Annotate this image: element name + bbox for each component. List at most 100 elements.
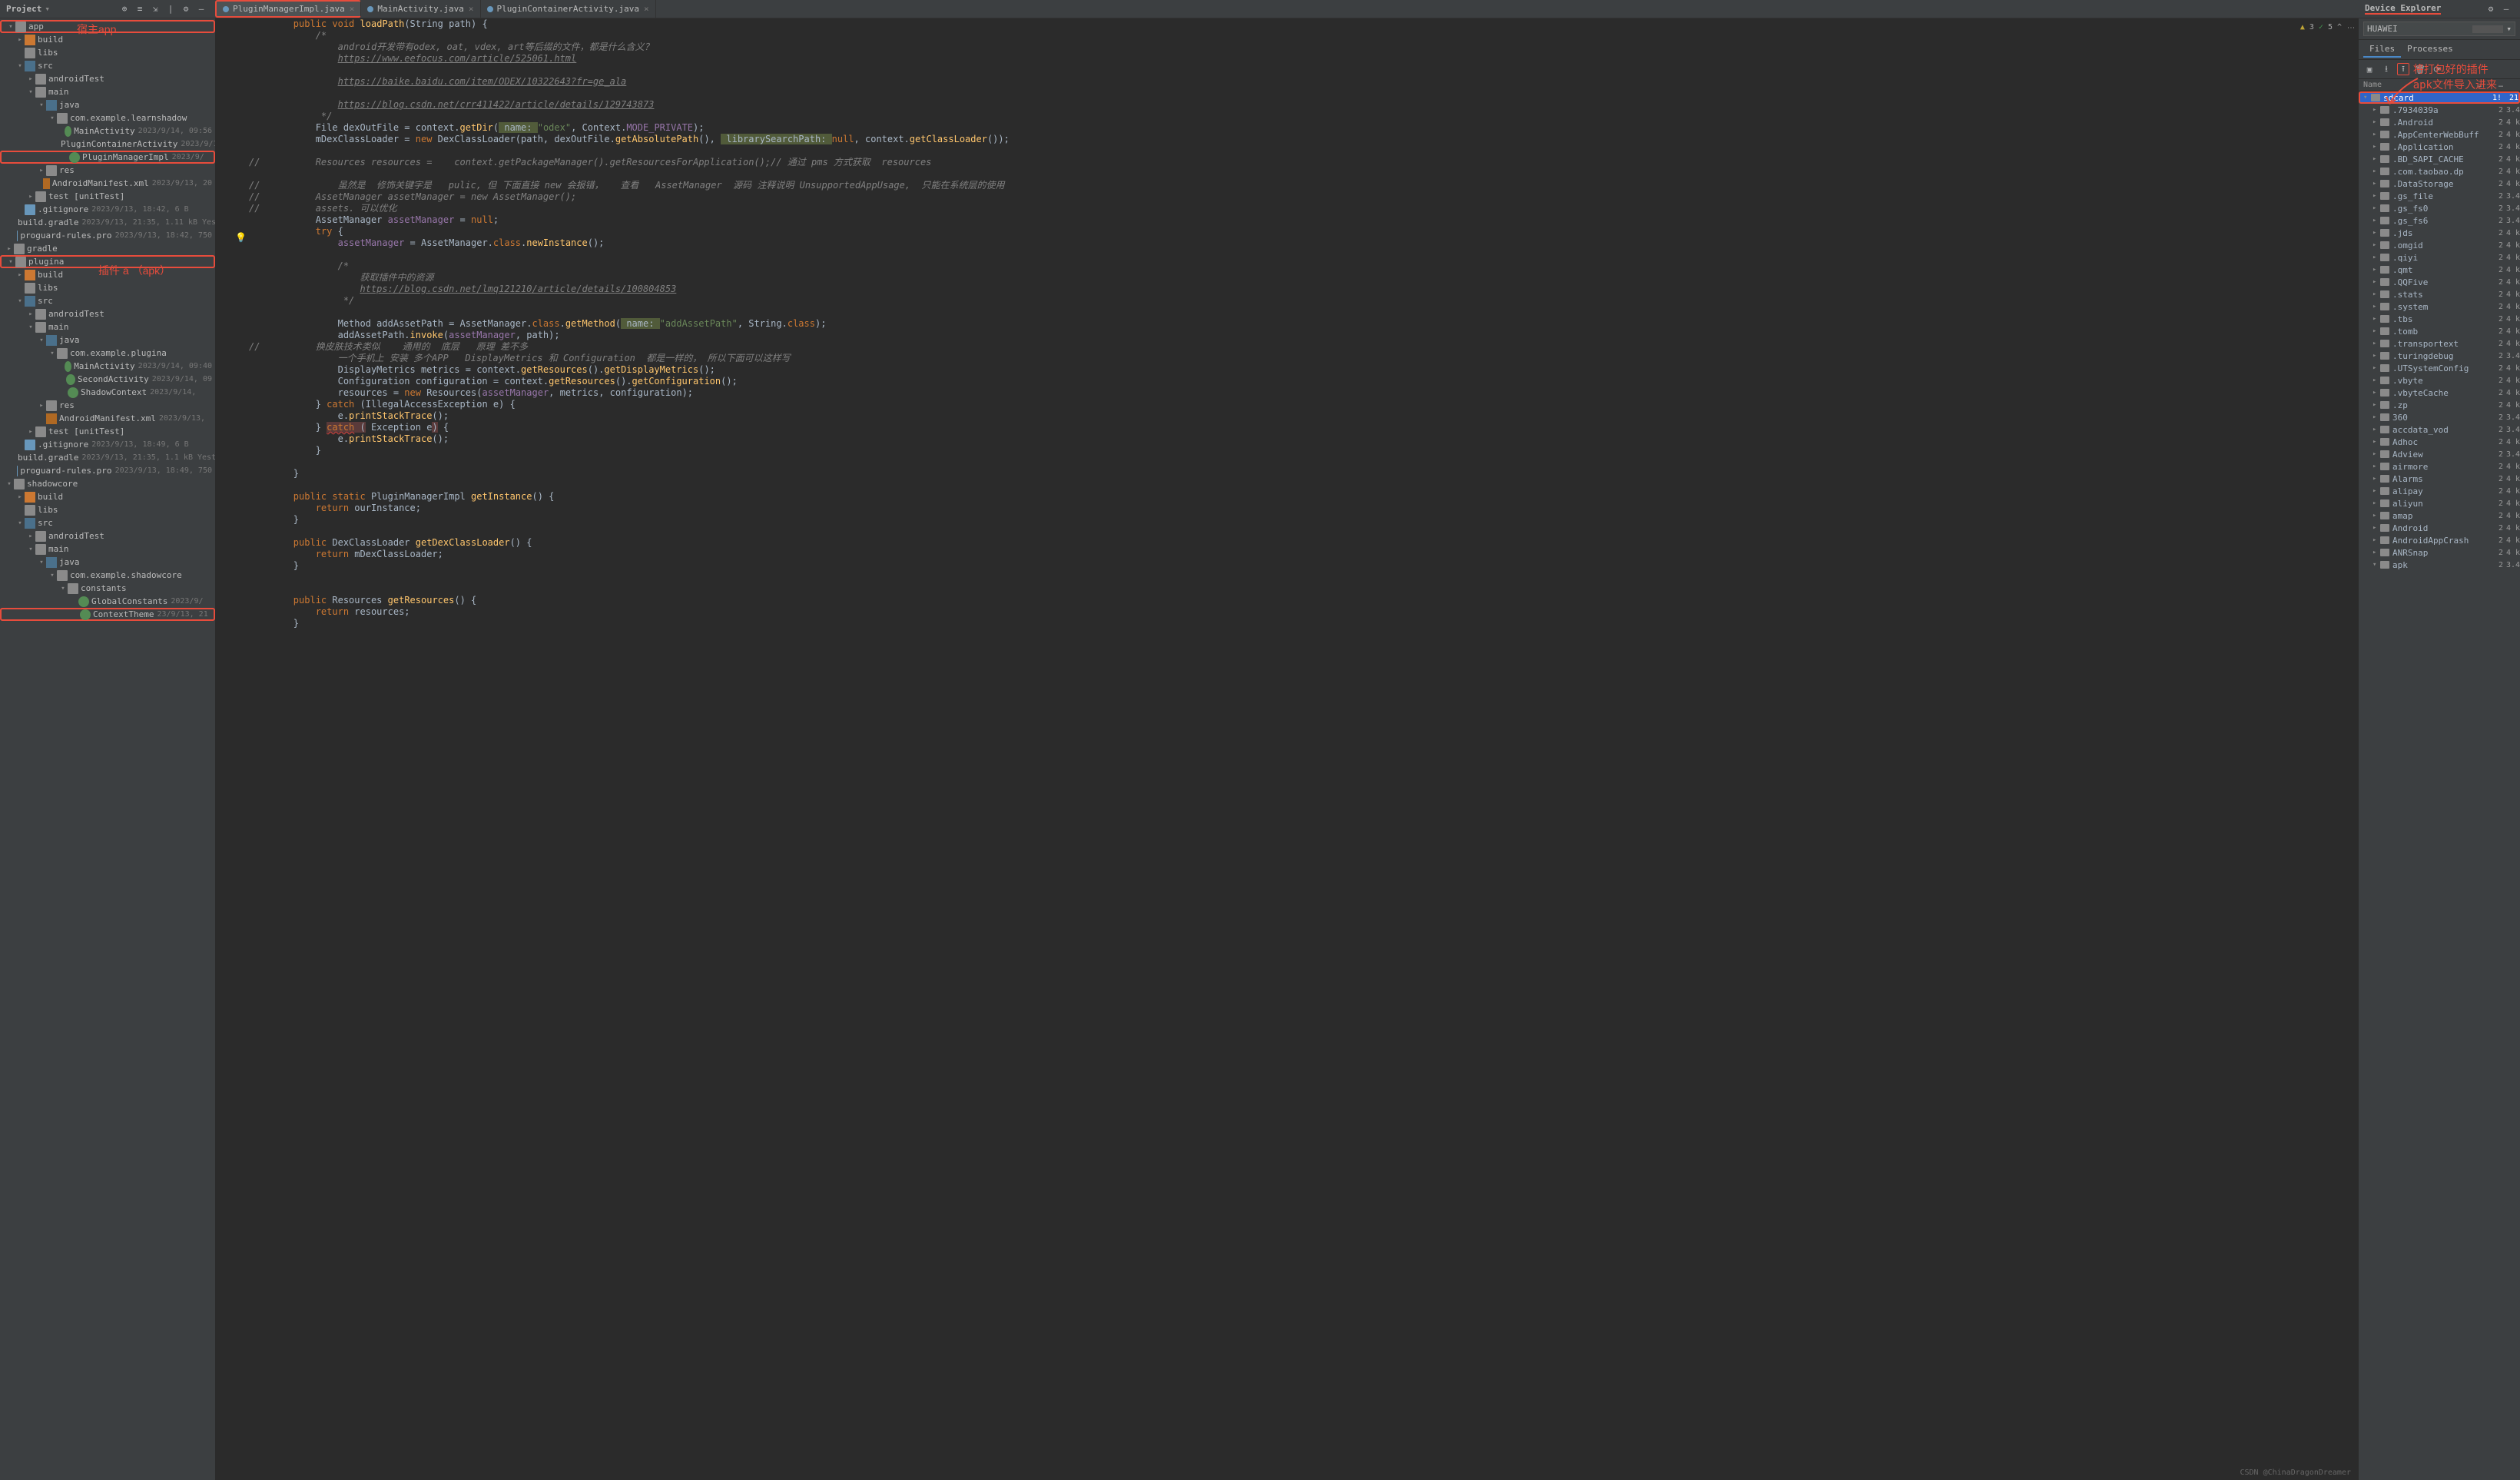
warnings-icon[interactable]: ▲: [2300, 23, 2305, 32]
device-tree-item[interactable]: ▸.vbyte24 k: [2359, 374, 2520, 387]
tree-item[interactable]: test [unitTest]: [0, 190, 215, 203]
tree-item[interactable]: PluginManagerImpl2023/9/: [0, 151, 215, 164]
tree-item[interactable]: main: [0, 320, 215, 333]
tree-item[interactable]: PluginContainerActivity2023/9/14: [0, 138, 215, 151]
close-tab-icon[interactable]: ×: [469, 4, 474, 14]
tree-item[interactable]: com.example.plugina: [0, 347, 215, 360]
tree-item[interactable]: com.example.learnshadow: [0, 111, 215, 124]
tree-item[interactable]: proguard-rules.pro2023/9/13, 18:49, 750: [0, 464, 215, 477]
device-tree-item[interactable]: ▸.tbs24 k: [2359, 313, 2520, 325]
tree-item[interactable]: gradle: [0, 242, 215, 255]
device-tree-item[interactable]: ▸.gs_fs623.4: [2359, 214, 2520, 227]
intention-bulb-icon[interactable]: 💡: [235, 232, 247, 243]
device-tree-item[interactable]: ▸.zp24 k: [2359, 399, 2520, 411]
tree-item[interactable]: build.gradle2023/9/13, 21:35, 1.11 kB Ye…: [0, 216, 215, 229]
device-tree-item[interactable]: ▸.jds24 k: [2359, 227, 2520, 239]
device-tree-item[interactable]: ▸.system24 k: [2359, 300, 2520, 313]
tree-item[interactable]: ShadowContext2023/9/14,: [0, 386, 215, 399]
device-tree-item[interactable]: ▸.AppCenterWebBuff24 k: [2359, 128, 2520, 141]
expand-icon[interactable]: ≡: [134, 3, 146, 15]
device-tree-item[interactable]: ▸AndroidAppCrash24 k: [2359, 534, 2520, 546]
close-tab-icon[interactable]: ×: [644, 4, 649, 14]
device-tree-item[interactable]: ▾apk23.4: [2359, 559, 2520, 571]
device-hide-icon[interactable]: —: [2500, 3, 2512, 15]
device-tree-item[interactable]: ▸.com.taobao.dp24 k: [2359, 165, 2520, 178]
device-tree-item[interactable]: ▸alipay24 k: [2359, 485, 2520, 497]
device-tree-item[interactable]: ▸.qmt24 k: [2359, 264, 2520, 276]
device-selector[interactable]: HUAWEI▾: [2359, 18, 2520, 40]
code-editor[interactable]: public void loadPath(String path) { /* a…: [215, 18, 2359, 1480]
device-tree-item[interactable]: ▸.Application24 k: [2359, 141, 2520, 153]
expand-toggle[interactable]: ^: [2337, 23, 2342, 32]
device-tree-item[interactable]: ▸.stats24 k: [2359, 288, 2520, 300]
device-tree-item[interactable]: ▸.DataStorage24 k: [2359, 178, 2520, 190]
device-tree-item[interactable]: ▸.tomb24 k: [2359, 325, 2520, 337]
tree-item[interactable]: src: [0, 516, 215, 529]
tree-item[interactable]: test [unitTest]: [0, 425, 215, 438]
tree-item[interactable]: build: [0, 33, 215, 46]
new-folder-icon[interactable]: ▣: [2363, 63, 2376, 75]
sync-icon[interactable]: ⟳: [2431, 63, 2443, 75]
tree-item[interactable]: AndroidManifest.xml2023/9/13, 20: [0, 177, 215, 190]
checks-icon[interactable]: ✓: [2319, 23, 2323, 32]
close-tab-icon[interactable]: ×: [350, 4, 355, 14]
col-2[interactable]: …: [2477, 81, 2498, 89]
tree-item[interactable]: androidTest: [0, 529, 215, 543]
device-tree-item[interactable]: ▸.qiyi24 k: [2359, 251, 2520, 264]
tree-item[interactable]: androidTest: [0, 72, 215, 85]
device-tree-item[interactable]: ▸Adview23.4: [2359, 448, 2520, 460]
tree-item[interactable]: res: [0, 399, 215, 412]
tree-item[interactable]: java: [0, 98, 215, 111]
tree-item[interactable]: main: [0, 85, 215, 98]
tree-item[interactable]: libs: [0, 503, 215, 516]
tree-item[interactable]: app: [0, 20, 215, 33]
device-settings-icon[interactable]: ⚙: [2485, 3, 2497, 15]
device-tree-item[interactable]: ▸amap24 k: [2359, 509, 2520, 522]
tree-item[interactable]: proguard-rules.pro2023/9/13, 18:42, 750: [0, 229, 215, 242]
tree-item[interactable]: shadowcore: [0, 477, 215, 490]
files-tab[interactable]: Files: [2363, 41, 2401, 58]
device-tree-item[interactable]: ▸.vbyteCache24 k: [2359, 387, 2520, 399]
device-tree-item[interactable]: ▸Android24 k: [2359, 522, 2520, 534]
editor-tab[interactable]: PluginContainerActivity.java×: [481, 0, 656, 18]
device-tree-item[interactable]: ▸accdata_vod23.4: [2359, 423, 2520, 436]
tree-item[interactable]: ContextTheme23/9/13, 21: [0, 608, 215, 621]
upload-icon[interactable]: ⭱: [2397, 63, 2409, 75]
tree-item[interactable]: constants: [0, 582, 215, 595]
tree-item[interactable]: plugina: [0, 255, 215, 268]
device-file-tree[interactable]: ▾sdcard1!21▸.7934039a23.4▸.Android24 k▸.…: [2359, 91, 2520, 1480]
editor-tab[interactable]: MainActivity.java×: [361, 0, 480, 18]
device-tree-item[interactable]: ▸Adhoc24 k: [2359, 436, 2520, 448]
col-name[interactable]: Name: [2363, 81, 2477, 89]
dropdown-icon[interactable]: ▾: [45, 4, 50, 14]
device-tree-item[interactable]: ▸.omgid24 k: [2359, 239, 2520, 251]
device-tree-item[interactable]: ▸ANRSnap24 k: [2359, 546, 2520, 559]
tree-item[interactable]: java: [0, 556, 215, 569]
tree-item[interactable]: src: [0, 294, 215, 307]
processes-tab[interactable]: Processes: [2401, 41, 2459, 58]
device-tree-item[interactable]: ▸Alarms24 k: [2359, 473, 2520, 485]
device-tree-item[interactable]: ▸.turingdebug23.4: [2359, 350, 2520, 362]
device-tree-item[interactable]: ▸.transportext24 k: [2359, 337, 2520, 350]
tree-item[interactable]: MainActivity2023/9/14, 09:40: [0, 360, 215, 373]
hide-icon[interactable]: —: [195, 3, 207, 15]
tree-item[interactable]: build: [0, 490, 215, 503]
tree-item[interactable]: build: [0, 268, 215, 281]
device-tree-item[interactable]: ▸.7934039a23.4: [2359, 104, 2520, 116]
tree-item[interactable]: AndroidManifest.xml2023/9/13,: [0, 412, 215, 425]
delete-icon[interactable]: 🗑: [2414, 63, 2426, 75]
tree-item[interactable]: java: [0, 333, 215, 347]
tree-item[interactable]: com.example.shadowcore: [0, 569, 215, 582]
tree-item[interactable]: build.gradle2023/9/13, 21:35, 1.1 kB Yes…: [0, 451, 215, 464]
device-tree-item[interactable]: ▸.Android24 k: [2359, 116, 2520, 128]
device-tree-item[interactable]: ▸.UTSystemConfig24 k: [2359, 362, 2520, 374]
settings-icon[interactable]: ⚙: [180, 3, 192, 15]
device-tree-item[interactable]: ▸.gs_fs023.4: [2359, 202, 2520, 214]
editor-more-icon[interactable]: ⋮: [2346, 24, 2355, 32]
tree-item[interactable]: GlobalConstants2023/9/: [0, 595, 215, 608]
device-tree-item[interactable]: ▸.QQFive24 k: [2359, 276, 2520, 288]
tree-item[interactable]: .gitignore2023/9/13, 18:42, 6 B: [0, 203, 215, 216]
tree-item[interactable]: MainActivity2023/9/14, 09:56: [0, 124, 215, 138]
tree-item[interactable]: SecondActivity2023/9/14, 09: [0, 373, 215, 386]
locate-icon[interactable]: ⊕: [118, 3, 131, 15]
